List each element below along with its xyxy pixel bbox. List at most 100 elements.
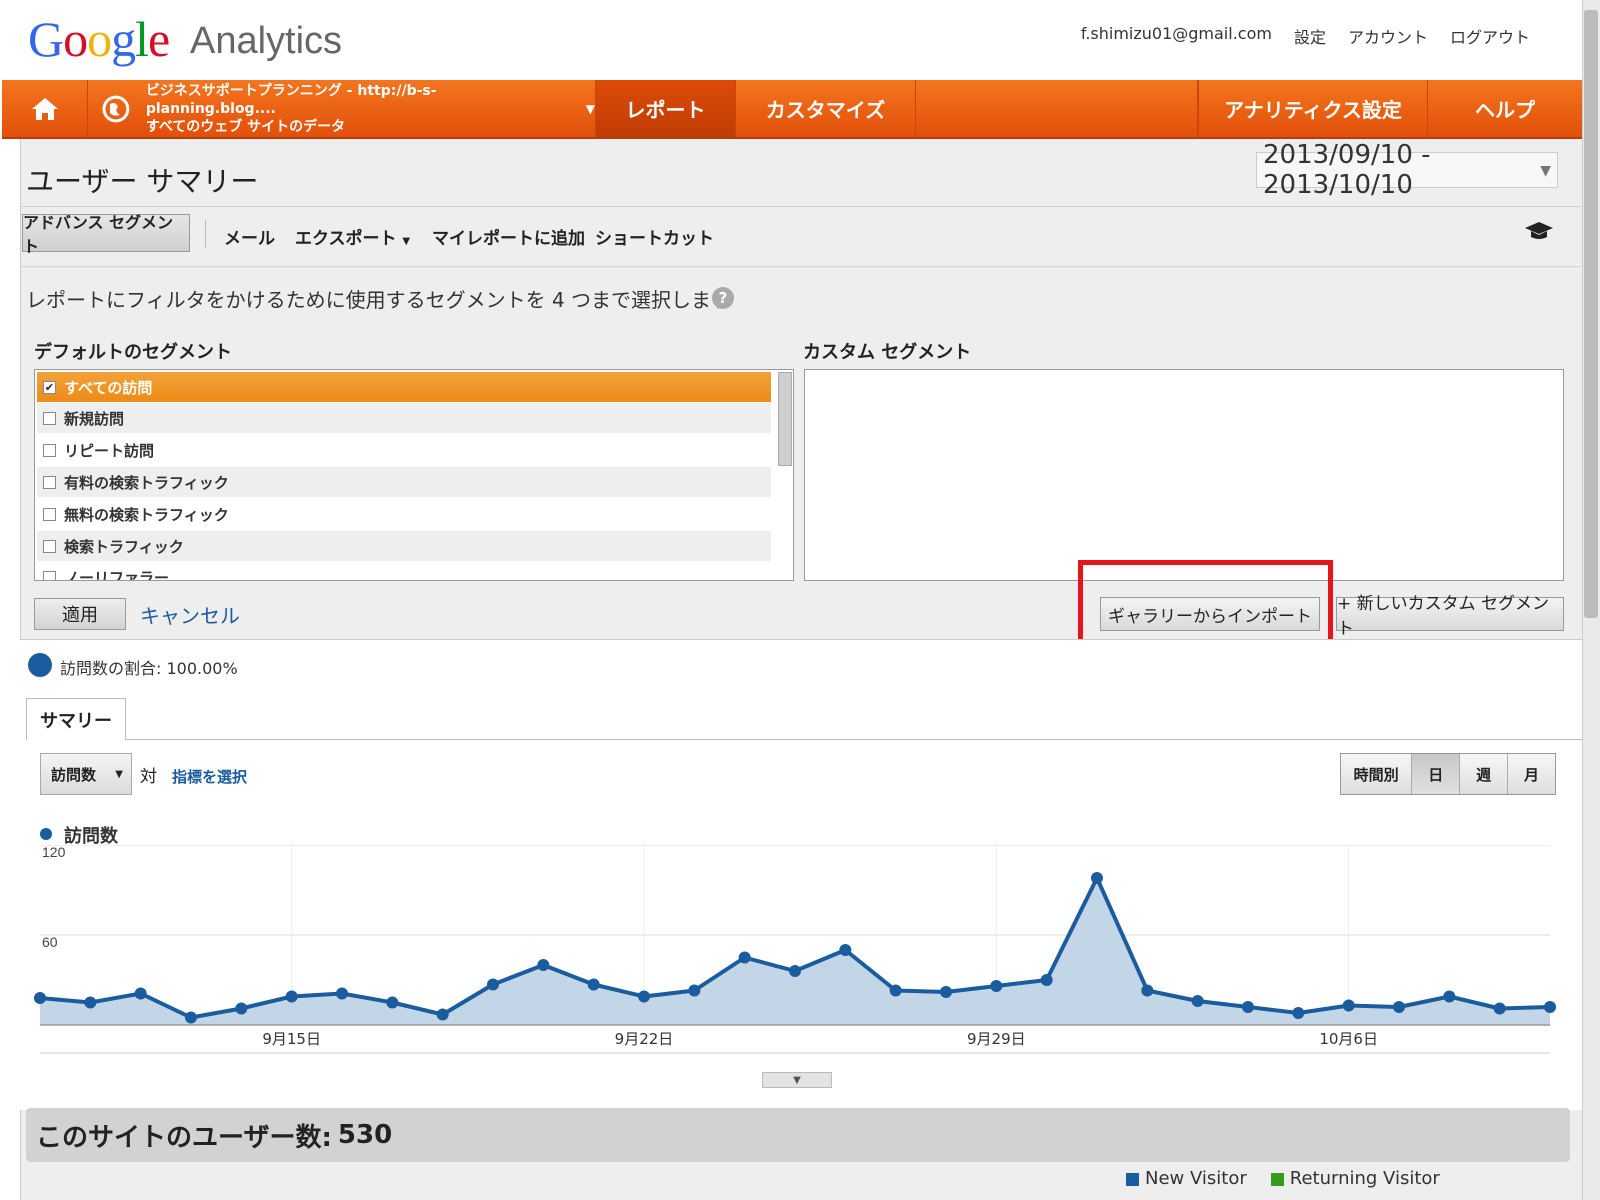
new-custom-segment-button[interactable]: + 新しいカスタム セグメント — [1336, 594, 1564, 639]
chevron-down-icon: ▼ — [115, 768, 123, 780]
analytics-wordmark: Analytics — [190, 20, 343, 62]
logout-link[interactable]: ログアウト — [1450, 24, 1530, 48]
segment-item[interactable]: 無料の検索トラフィック — [37, 499, 771, 529]
segment-item[interactable]: 有料の検索トラフィック — [37, 467, 771, 497]
segment-item[interactable]: リピート訪問 — [37, 435, 771, 465]
nav-analytics-settings[interactable]: アナリティクス設定 — [1198, 80, 1428, 137]
add-to-dashboard-button[interactable]: マイレポートに追加 — [432, 224, 585, 249]
segment-label: 無料の検索トラフィック — [64, 505, 229, 524]
segment-list-scrollbar[interactable] — [778, 372, 792, 466]
legend-item-new-visitor: New Visitor — [1126, 1168, 1247, 1189]
data-point — [185, 1011, 197, 1024]
period-toggle: 時間別 日 週 月 — [1340, 753, 1556, 795]
period-week-button[interactable]: 週 — [1460, 754, 1509, 794]
advanced-segment-button[interactable]: アドバンス セグメント — [22, 213, 190, 256]
data-point — [1443, 990, 1456, 1003]
google-logo[interactable]: Google — [28, 10, 170, 68]
vs-label: 対 — [140, 767, 157, 787]
data-point — [789, 965, 801, 977]
divider — [126, 739, 1582, 740]
checkbox[interactable] — [43, 443, 56, 457]
date-range-label: 2013/09/10 - 2013/10/10 — [1263, 140, 1431, 200]
nav-tab-customize[interactable]: カスタマイズ — [736, 80, 916, 137]
site-profile: すべてのウェブ サイトのデータ — [145, 118, 346, 135]
data-point — [990, 980, 1003, 992]
import-from-gallery-button[interactable]: ギャラリーからインポート — [1100, 597, 1320, 631]
data-point — [1091, 872, 1103, 884]
legend-item-returning-visitor: Returning Visitor — [1270, 1168, 1440, 1189]
page-title: ユーザー サマリー — [26, 165, 259, 198]
data-point — [235, 1002, 248, 1015]
pie-legend: New Visitor Returning Visitor — [1126, 1168, 1440, 1189]
pie-chart-icon — [28, 653, 52, 677]
chevron-down-icon: ▼ — [585, 101, 595, 116]
help-icon[interactable]: ? — [712, 287, 734, 309]
period-hourly-button[interactable]: 時間別 — [1341, 754, 1413, 794]
visit-share-label: 訪問数の割合: 100.00% — [60, 659, 238, 678]
data-point — [1342, 999, 1355, 1012]
data-point — [1191, 995, 1204, 1007]
user-links: f.shimizu01@gmail.com 設定 アカウント ログアウト — [1081, 24, 1530, 48]
scrollbar-thumb[interactable] — [1584, 10, 1598, 618]
apply-button[interactable]: 適用 — [34, 598, 126, 630]
checkbox-checked[interactable]: ✔ — [43, 380, 56, 394]
date-range-picker[interactable]: 2013/09/10 - 2013/10/10 ▼ — [1256, 140, 1558, 200]
checkbox[interactable] — [43, 539, 56, 553]
home-button[interactable] — [2, 80, 88, 137]
segment-item[interactable]: ノーリファラー — [37, 562, 771, 581]
data-point — [889, 984, 902, 997]
site-selector[interactable]: ビジネスサポートプランニング - http://b-s-planning.blo… — [88, 80, 596, 137]
segment-label: 新規訪問 — [64, 409, 125, 428]
tab-summary[interactable]: サマリー — [26, 698, 126, 740]
metric-select[interactable]: 訪問数 ▼ — [40, 753, 132, 795]
data-point — [1040, 974, 1053, 986]
period-day-button[interactable]: 日 — [1412, 754, 1461, 794]
data-point — [386, 996, 399, 1009]
users-count-bar: このサイトのユーザー数: 530 — [26, 1108, 1570, 1162]
export-button[interactable]: エクスポート ▼ — [295, 224, 410, 249]
main-nav: ビジネスサポートプランニング - http://b-s-planning.blo… — [2, 80, 1582, 139]
account-link[interactable]: アカウント — [1348, 24, 1428, 48]
checkbox[interactable] — [43, 475, 56, 489]
nav-tab-report[interactable]: レポート — [596, 80, 736, 137]
globe-icon — [102, 95, 130, 122]
segment-item[interactable]: 新規訪問 — [37, 403, 771, 433]
data-point — [587, 978, 600, 991]
checkbox[interactable] — [43, 411, 56, 425]
shortcut-button[interactable]: ショートカット — [595, 224, 714, 249]
segment-label: 有料の検索トラフィック — [64, 473, 229, 492]
export-label: エクスポート — [295, 229, 397, 249]
segment-item[interactable]: ✔ すべての訪問 — [37, 372, 771, 402]
legend-swatch — [1126, 1172, 1139, 1186]
visits-chart: 60 120 9月15日 9月22日 9月29日 10月6日 — [34, 845, 1556, 1054]
nav-help[interactable]: ヘルプ — [1428, 80, 1582, 137]
select-metric-link[interactable]: 指標を選択 — [172, 766, 247, 787]
segment-item[interactable]: 検索トラフィック — [37, 531, 771, 561]
data-point — [1493, 1002, 1506, 1015]
period-month-button[interactable]: 月 — [1508, 754, 1555, 794]
x-tick-label: 9月29日 — [967, 1030, 1026, 1048]
graduation-cap-icon[interactable] — [1524, 220, 1554, 242]
metric-label: 訪問数 — [51, 765, 97, 784]
email-button[interactable]: メール — [224, 224, 275, 249]
checkbox[interactable] — [43, 507, 56, 521]
default-segments-heading: デフォルトのセグメント — [34, 342, 232, 363]
data-point — [84, 996, 97, 1009]
data-point — [285, 990, 298, 1003]
data-point — [537, 959, 550, 971]
segment-label: ノーリファラー — [64, 568, 170, 581]
data-point — [839, 944, 852, 956]
divider — [20, 206, 1582, 207]
data-point — [134, 987, 147, 1000]
data-point — [940, 986, 952, 998]
chart-resize-handle[interactable]: ▼ — [762, 1072, 832, 1088]
checkbox[interactable] — [43, 570, 56, 580]
y-tick-label: 60 — [42, 934, 58, 950]
data-point — [487, 978, 499, 991]
legend-text: New Visitor — [1145, 1168, 1247, 1189]
cancel-link[interactable]: キャンセル — [140, 600, 240, 629]
data-point — [34, 992, 46, 1004]
custom-segment-list — [804, 369, 1564, 581]
data-point — [1141, 984, 1154, 997]
settings-link[interactable]: 設定 — [1294, 24, 1326, 48]
